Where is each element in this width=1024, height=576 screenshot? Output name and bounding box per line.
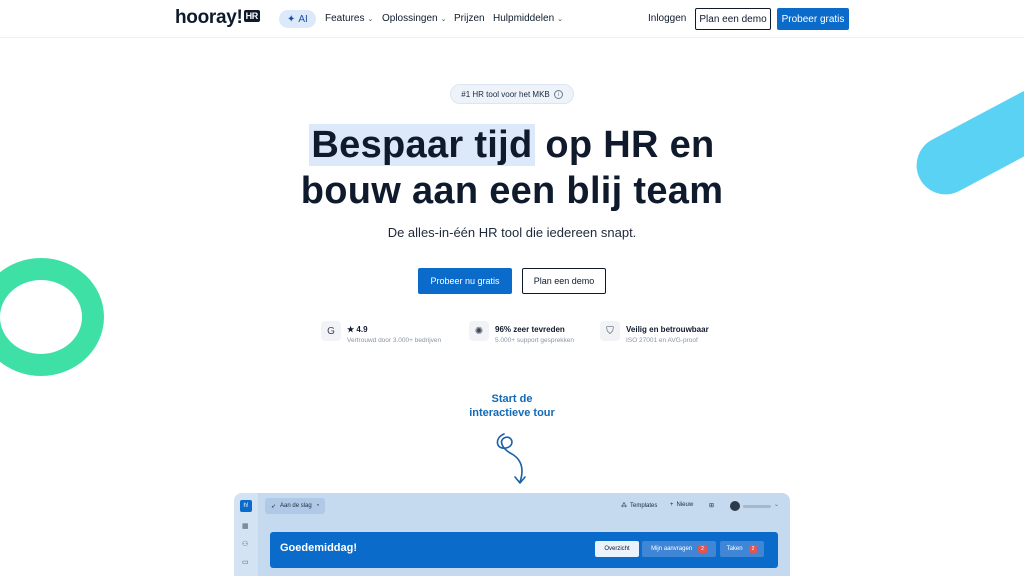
top-navigation: hooray! HR ✦ AI Features ⌄ Oplossingen ⌄… [0, 0, 1024, 38]
trust-satisfaction-sub: 5.000+ support gesprekken [495, 337, 574, 344]
chevron-down-icon: ⌄ [557, 15, 564, 23]
greeting-text: Goedemiddag! [280, 542, 358, 554]
trust-satisfaction-title: 96% zeer tevreden [495, 325, 565, 334]
user-name-placeholder [743, 505, 771, 508]
chevron-down-icon: ⌄ [440, 15, 447, 23]
tab-my-requests-label: Mijn aanvragen [651, 546, 693, 552]
hero-badge-text: #1 HR tool voor het MKB [461, 89, 550, 99]
dashboard-icon[interactable]: ▦ [242, 523, 250, 531]
app-sidebar: h! ▦ ⚇ ▭ [234, 493, 258, 576]
curly-arrow-icon [496, 433, 526, 484]
requests-count-badge: 2 [698, 545, 707, 553]
sparkle-icon: ✦ [287, 13, 296, 25]
plus-icon: + [670, 502, 674, 508]
trust-security: ⛉ Veilig en betrouwbaar ISO 27001 en AVG… [600, 321, 709, 344]
nav-hulpmiddelen[interactable]: Hulpmiddelen ⌄ [493, 13, 563, 24]
app-logo: h! [240, 500, 252, 512]
tab-tasks-label: Taken [726, 546, 743, 552]
templates-icon: ⁂ [621, 503, 627, 509]
start-tour-label[interactable]: Start de interactieve tour [462, 392, 562, 420]
trust-rating-sub: Vertrouwd door 3.000+ bedrijven [347, 337, 442, 344]
green-ring-decoration [0, 258, 104, 376]
tour-line1: Start de [491, 393, 533, 405]
tab-my-requests[interactable]: Mijn aanvragen 2 [642, 541, 716, 557]
login-link[interactable]: Inloggen [648, 13, 686, 24]
party-icon: ✺ [469, 321, 489, 341]
rocket-icon: ➶ [271, 503, 277, 510]
hero-title-line2: bouw aan een blij team [300, 170, 724, 212]
tasks-count-badge: 2 [748, 545, 758, 553]
logo-hr-badge: HR [243, 9, 260, 22]
hero-title-rest: op HR en [534, 124, 715, 166]
trust-security-sub: ISO 27001 en AVG-proof [626, 337, 698, 344]
hero-plan-demo-button[interactable]: Plan een demo [522, 268, 606, 294]
new-label: Nieuw [676, 502, 694, 508]
logo-text: hooray! [175, 7, 243, 28]
landing-page: hooray! HR ✦ AI Features ⌄ Oplossingen ⌄… [0, 0, 1024, 576]
ai-button[interactable]: ✦ AI [279, 10, 316, 28]
trust-satisfaction: ✺ 96% zeer tevreden 5.000+ support gespr… [469, 321, 574, 344]
hero-title-line1: Bespaar tijd op HR en [0, 124, 1024, 167]
get-started-label: Aan de slag [280, 503, 312, 509]
chevron-down-icon: ⌄ [367, 15, 374, 23]
chevron-down-icon[interactable]: ⌄ [774, 501, 779, 508]
new-button[interactable]: + Nieuw [670, 502, 693, 508]
review-icon: G [321, 321, 341, 341]
tab-overview[interactable]: Overzicht [595, 541, 639, 557]
trust-security-title: Veilig en betrouwbaar [626, 325, 709, 334]
ai-label: AI [298, 13, 308, 25]
avatar[interactable] [730, 501, 740, 511]
trust-rating: G ★ 4.9 Vertrouwd door 3.000+ bedrijven [321, 321, 441, 344]
progress-icon: ◔ [315, 503, 320, 509]
hooray-logo[interactable]: hooray! HR [175, 7, 260, 29]
trust-rating-title: ★ 4.9 [347, 325, 368, 334]
info-icon: i [553, 89, 563, 99]
try-now-free-button[interactable]: Probeer nu gratis [418, 268, 512, 294]
calendar-icon[interactable]: ▭ [242, 559, 250, 567]
tab-tasks[interactable]: Taken 2 [720, 541, 764, 557]
hero-badge[interactable]: #1 HR tool voor het MKB i [450, 84, 574, 104]
nav-hulpmiddelen-label: Hulpmiddelen [493, 13, 555, 24]
shield-icon: ⛉ [600, 321, 620, 341]
nav-features[interactable]: Features ⌄ [325, 13, 373, 24]
plan-demo-button[interactable]: Plan een demo [695, 8, 771, 30]
nav-prijzen-label: Prijzen [454, 13, 485, 24]
people-icon[interactable]: ⚇ [242, 541, 250, 549]
get-started-button[interactable]: ➶ Aan de slag ◔ [265, 498, 326, 514]
hero-subtitle: De alles-in-één HR tool die iedereen sna… [387, 225, 637, 240]
tour-line2: interactieve tour [469, 407, 555, 419]
templates-button[interactable]: ⁂ Templates [621, 502, 658, 510]
templates-label: Templates [630, 502, 658, 509]
hero-title-highlight: Bespaar tijd [309, 124, 535, 166]
nav-prijzen[interactable]: Prijzen [454, 13, 485, 24]
try-free-button[interactable]: Probeer gratis [777, 8, 849, 30]
nav-features-label: Features [325, 13, 365, 24]
gift-icon[interactable]: ⊞ [709, 502, 714, 509]
nav-oplossingen[interactable]: Oplossingen ⌄ [382, 13, 446, 24]
nav-oplossingen-label: Oplossingen [382, 13, 438, 24]
app-preview[interactable]: h! ▦ ⚇ ▭ ➶ Aan de slag ◔ ⁂ Templates + N… [234, 493, 790, 576]
greeting-banner: Goedemiddag! Overzicht Mijn aanvragen 2 … [270, 532, 778, 568]
